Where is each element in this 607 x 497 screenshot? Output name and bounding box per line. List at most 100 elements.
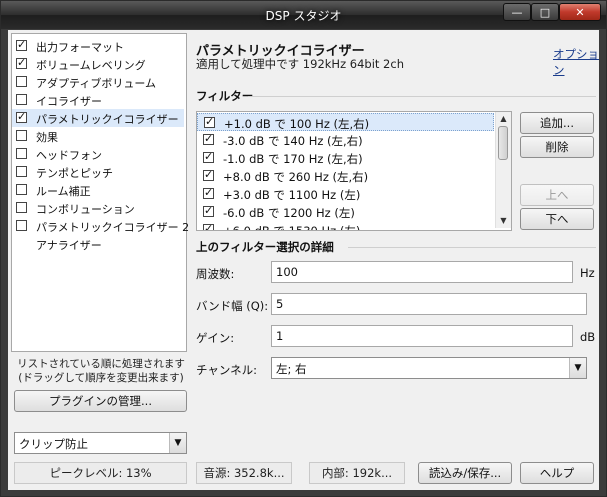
checkmark-icon: ✓ <box>204 150 214 163</box>
move-up-button[interactable]: 上へ <box>520 184 594 206</box>
filter-list-item[interactable]: ✓ +3.0 dB で 1100 Hz (左) <box>197 185 494 203</box>
filters-group-label: フィルター <box>196 89 254 103</box>
filter-enable-checkbox[interactable]: ✓ <box>203 132 214 145</box>
dsp-module-label: イコライザー <box>36 95 102 108</box>
dsp-module-item[interactable]: テンポとピッチ <box>12 163 184 181</box>
filter-list-scrollbar[interactable]: ▲ ▼ <box>495 112 511 228</box>
filter-label: +3.0 dB で 1100 Hz (左) <box>223 188 361 202</box>
dsp-module-item[interactable]: ルーム補正 <box>12 181 184 199</box>
filters-divider <box>248 96 596 97</box>
checkmark-icon: ✓ <box>204 222 214 231</box>
filter-list-item[interactable]: ✓ +8.0 dB で 260 Hz (左,右) <box>197 167 494 185</box>
module-enable-checkbox[interactable] <box>16 220 27 231</box>
dsp-module-label: テンポとピッチ <box>36 167 113 180</box>
filter-list-item[interactable]: ✓ +6.0 dB で 1530 Hz (左) <box>197 221 494 231</box>
chevron-down-icon[interactable]: ▼ <box>169 433 186 453</box>
dsp-module-label: ボリュームレベリング <box>36 59 146 72</box>
filter-list-item[interactable]: ✓ +1.0 dB で 100 Hz (左,右) <box>197 113 494 131</box>
add-filter-button[interactable]: 追加... <box>520 112 594 134</box>
module-enable-checkbox[interactable] <box>16 184 27 195</box>
checkmark-icon: ✓ <box>17 56 27 69</box>
bandwidth-input[interactable]: 5 <box>271 293 587 315</box>
gain-label: ゲイン: <box>196 331 235 345</box>
details-divider <box>348 247 596 248</box>
details-group-label: 上のフィルター選択の詳細 <box>196 240 334 254</box>
help-button[interactable]: ヘルプ <box>520 462 594 484</box>
options-link[interactable]: オプション <box>553 46 599 78</box>
dsp-module-item[interactable]: アダプティブボリューム <box>12 73 184 91</box>
checkmark-icon: ✓ <box>204 132 214 145</box>
gain-value: 1 <box>276 329 284 343</box>
filter-enable-checkbox[interactable]: ✓ <box>203 204 214 217</box>
dsp-module-item[interactable]: ✓ ボリュームレベリング <box>12 55 184 73</box>
dsp-module-item[interactable]: イコライザー <box>12 91 184 109</box>
gain-input[interactable]: 1 <box>271 325 573 347</box>
filter-enable-checkbox[interactable]: ✓ <box>203 150 214 163</box>
maximize-button[interactable]: □ <box>531 3 559 21</box>
dsp-studio-window: DSP スタジオ — □ ✕ ✓ 出力フォーマット ✓ ボリュームレベリング アダプティ… <box>0 0 607 497</box>
frequency-input[interactable]: 100 <box>271 261 573 283</box>
filter-list-item[interactable]: ✓ -3.0 dB で 140 Hz (左,右) <box>197 131 494 149</box>
checkmark-icon: ✓ <box>204 204 214 217</box>
move-down-button[interactable]: 下へ <box>520 208 594 230</box>
module-enable-checkbox[interactable]: ✓ <box>16 110 27 123</box>
minimize-button[interactable]: — <box>503 3 531 21</box>
module-enable-checkbox[interactable] <box>16 148 27 159</box>
dsp-module-list[interactable]: ✓ 出力フォーマット ✓ ボリュームレベリング アダプティブボリューム イコライザー ✓ パラ… <box>11 33 189 352</box>
clip-protection-value: クリップ防止 <box>19 437 88 451</box>
dsp-module-item[interactable]: ✓ パラメトリックイコライザー <box>12 109 184 127</box>
module-enable-checkbox[interactable]: ✓ <box>16 38 27 51</box>
clip-protection-select[interactable]: クリップ防止 ▼ <box>14 432 187 454</box>
channel-select[interactable]: 左; 右 ▼ <box>271 357 587 379</box>
checkmark-icon: ✓ <box>17 38 27 51</box>
module-enable-checkbox[interactable] <box>16 202 27 213</box>
dsp-module-item[interactable]: 効果 <box>12 127 184 145</box>
filter-label: -1.0 dB で 170 Hz (左,右) <box>223 152 363 166</box>
dsp-module-label: アナライザー <box>36 239 102 252</box>
filter-enable-checkbox[interactable]: ✓ <box>204 115 215 128</box>
filter-label: -3.0 dB で 140 Hz (左,右) <box>223 134 363 148</box>
dsp-module-label: 効果 <box>36 131 58 144</box>
checkmark-icon: ✓ <box>204 186 214 199</box>
chevron-down-icon[interactable]: ▼ <box>569 358 586 378</box>
filter-label: +1.0 dB で 100 Hz (左,右) <box>224 117 370 131</box>
filter-list-item[interactable]: ✓ -1.0 dB で 170 Hz (左,右) <box>197 149 494 167</box>
bandwidth-label: バンド幅 (Q): <box>196 299 269 313</box>
module-enable-checkbox[interactable] <box>16 166 27 177</box>
load-save-button[interactable]: 読込み/保存... <box>418 462 512 484</box>
dsp-module-item[interactable]: アナライザー <box>12 235 184 253</box>
filter-label: +6.0 dB で 1530 Hz (左) <box>223 224 361 231</box>
close-button[interactable]: ✕ <box>559 3 601 21</box>
filter-enable-checkbox[interactable]: ✓ <box>203 222 214 231</box>
title-bar[interactable]: DSP スタジオ — □ ✕ <box>1 1 606 29</box>
dsp-module-label: パラメトリックイコライザー <box>36 113 179 126</box>
scroll-up-arrow-icon[interactable]: ▲ <box>496 112 511 126</box>
module-enable-checkbox[interactable] <box>16 76 27 87</box>
frequency-value: 100 <box>276 265 298 279</box>
processing-order-note: リストされている順に処理されます <box>17 358 185 370</box>
filter-list-item[interactable]: ✓ -6.0 dB で 1200 Hz (左) <box>197 203 494 221</box>
bandwidth-value: 5 <box>276 297 284 311</box>
delete-filter-button[interactable]: 削除 <box>520 136 594 158</box>
dsp-module-item[interactable]: ヘッドフォン <box>12 145 184 163</box>
internal-rate-status: 内部: 192k... <box>309 462 405 484</box>
filter-enable-checkbox[interactable]: ✓ <box>203 168 214 181</box>
module-enable-checkbox[interactable] <box>16 94 27 105</box>
filter-enable-checkbox[interactable]: ✓ <box>203 186 214 199</box>
dsp-module-item[interactable]: ✓ 出力フォーマット <box>12 37 184 55</box>
filter-label: -6.0 dB で 1200 Hz (左) <box>223 206 355 220</box>
checkmark-icon: ✓ <box>17 110 27 123</box>
dsp-module-item[interactable]: パラメトリックイコライザー 2 <box>12 217 189 235</box>
module-enable-checkbox[interactable] <box>16 130 27 141</box>
module-enable-checkbox[interactable]: ✓ <box>16 56 27 69</box>
channel-label: チャンネル: <box>196 363 258 377</box>
gain-unit: dB <box>580 330 596 344</box>
peak-level-status: ピークレベル: 13% <box>14 462 187 484</box>
scroll-down-arrow-icon[interactable]: ▼ <box>496 214 511 228</box>
scrollbar-thumb[interactable] <box>498 126 508 160</box>
manage-plugins-button[interactable]: プラグインの管理... <box>14 390 187 412</box>
dialog-client-area: ✓ 出力フォーマット ✓ ボリュームレベリング アダプティブボリューム イコライザー ✓ パラ… <box>8 30 599 490</box>
dsp-module-item[interactable]: コンボリューション <box>12 199 184 217</box>
filter-list[interactable]: ✓ +1.0 dB で 100 Hz (左,右) ✓ -3.0 dB で 140 Hz… <box>196 111 512 231</box>
checkmark-icon: ✓ <box>205 115 215 128</box>
